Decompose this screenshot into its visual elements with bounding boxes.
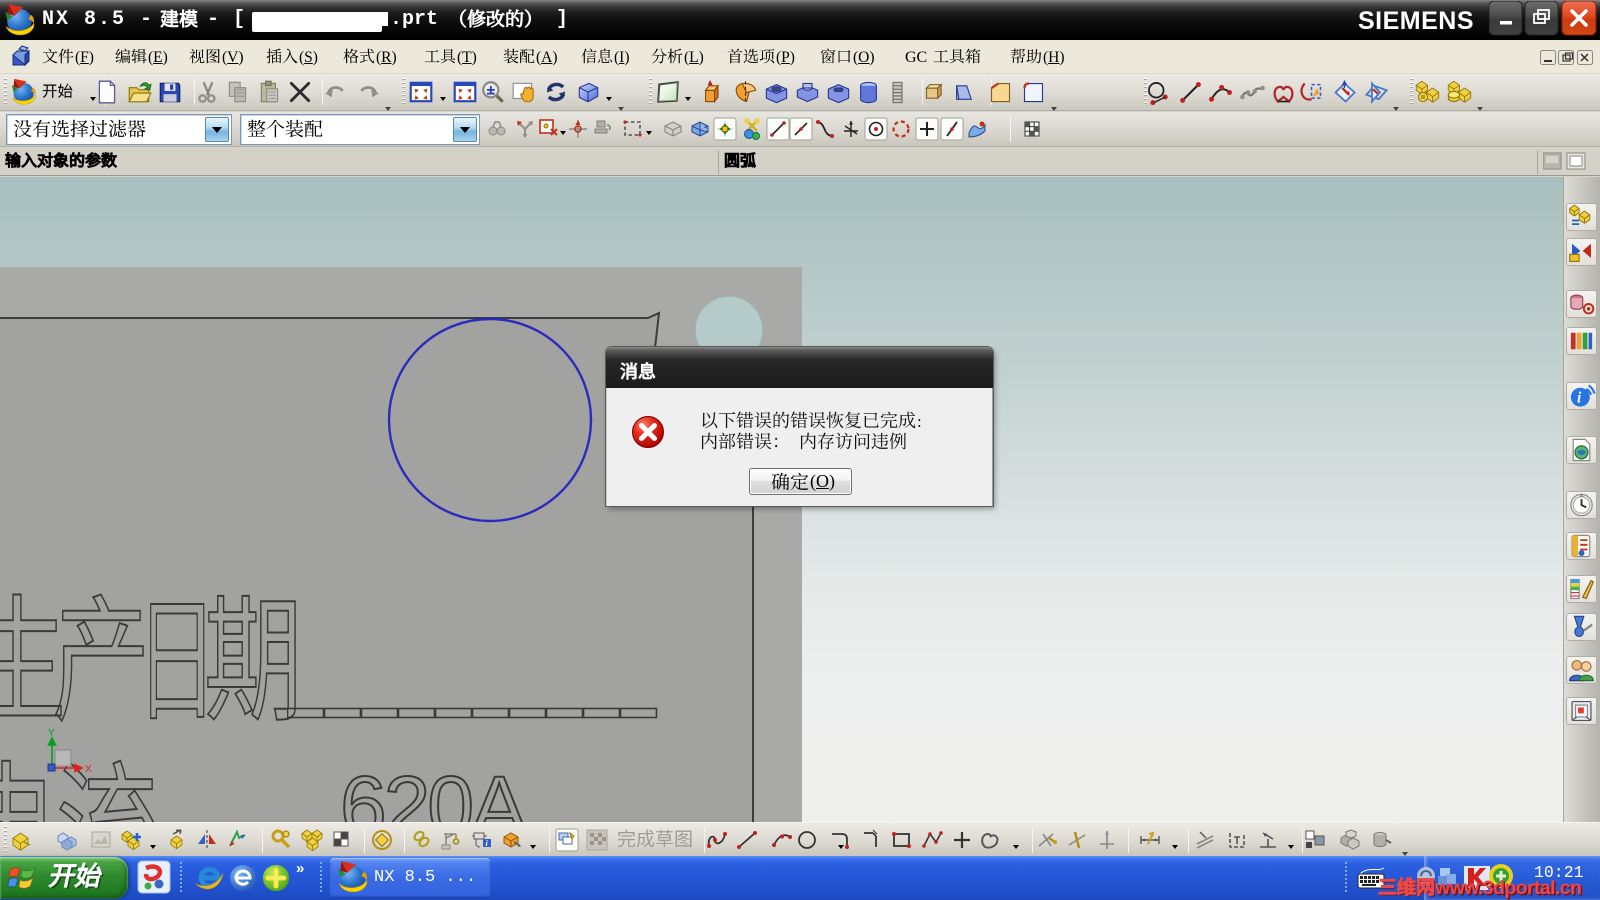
svg-text:i: i xyxy=(1577,390,1582,407)
svg-text:X: X xyxy=(85,764,92,775)
svg-text:Y: Y xyxy=(48,728,55,739)
